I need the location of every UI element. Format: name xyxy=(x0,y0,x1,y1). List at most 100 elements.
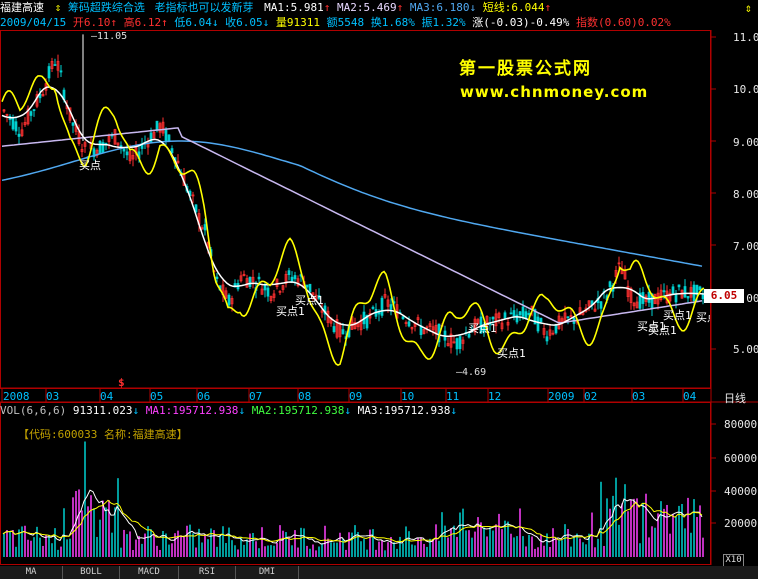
tab-macd[interactable]: MACD xyxy=(120,566,179,579)
candle-body xyxy=(98,140,102,154)
candle-body xyxy=(11,118,15,130)
time-label: 04 xyxy=(683,390,697,403)
candle-body xyxy=(203,224,207,231)
candle-body xyxy=(503,312,507,319)
candle-body xyxy=(248,276,252,287)
candle-body xyxy=(263,284,267,291)
candle-body xyxy=(293,275,297,280)
period-label[interactable]: 日线 xyxy=(724,390,746,406)
candle-body xyxy=(14,121,18,132)
stock-code-overlay: 【代码:600033 名称:福建高速】 xyxy=(18,428,188,441)
buy-point-label: 买点 xyxy=(79,159,101,172)
buy-point-label: 买点1 xyxy=(663,309,692,322)
time-label: 04 xyxy=(100,390,114,403)
candle-body xyxy=(380,297,384,316)
buy-point-label: 买点1 xyxy=(468,322,497,335)
price-label-7: 7.00 xyxy=(733,240,758,253)
candle-body xyxy=(677,284,681,288)
down-arrow-icon: ↓ xyxy=(344,404,352,417)
candle-body xyxy=(371,306,375,309)
current-price-tag: 6.05 xyxy=(704,289,744,303)
candle-body xyxy=(683,286,687,298)
price-label-11: 11.00 xyxy=(733,31,758,44)
time-label: 02 xyxy=(584,390,598,403)
buy-point-label: 买点 xyxy=(696,311,710,324)
tab-dmi[interactable]: DMI xyxy=(236,566,299,579)
buy-point-label: 买点1 xyxy=(276,305,305,318)
candle-body xyxy=(536,316,540,332)
candle-body xyxy=(170,148,174,154)
candle-body xyxy=(122,148,126,152)
time-label: 09 xyxy=(349,390,363,403)
candle-body xyxy=(53,64,57,66)
candle-body xyxy=(290,276,294,282)
candle-body xyxy=(257,276,261,280)
candle-body xyxy=(32,109,36,111)
vol-ma2: MA2:195712.938 xyxy=(251,404,345,417)
candle-body xyxy=(215,276,219,279)
time-label: 12 xyxy=(488,390,502,403)
candle-body xyxy=(455,338,459,350)
candle-body xyxy=(155,120,159,130)
time-label: 07 xyxy=(249,390,263,403)
tab-rsi[interactable]: RSI xyxy=(179,566,236,579)
candle-body xyxy=(305,284,309,288)
candle-body xyxy=(407,321,411,327)
price-label-5: 5.00 xyxy=(733,343,758,356)
volume-label: 60000 xyxy=(724,452,758,465)
watermark-title: 第一股票公式网 xyxy=(459,59,592,79)
candle-body xyxy=(647,291,651,303)
down-arrow-icon: ↓ xyxy=(132,404,140,417)
candle-body xyxy=(512,310,516,318)
indicator-tab-bar: MA BOLL MACD RSI DMI xyxy=(0,566,758,579)
candle-body xyxy=(308,283,312,292)
candle-body xyxy=(698,286,702,291)
vol-value: 91311.023 xyxy=(72,404,133,417)
candle-body xyxy=(539,317,543,323)
candle-body xyxy=(164,129,168,143)
candle-body xyxy=(59,70,63,73)
time-label: 2008 xyxy=(3,390,30,403)
volume-header: VOL(6,6,6) 91311.023↓ MA1:195712.938↓ MA… xyxy=(0,404,457,417)
candle-body xyxy=(167,134,171,142)
candle-body xyxy=(599,301,603,309)
tab-boll[interactable]: BOLL xyxy=(63,566,120,579)
candle-body xyxy=(71,122,75,126)
candle-body xyxy=(518,311,522,316)
volume-label: 40000 xyxy=(724,485,758,498)
time-label: 06 xyxy=(197,390,211,403)
low-annotation-value: 4.69 xyxy=(462,367,487,378)
candle-body xyxy=(686,296,690,299)
candle-body xyxy=(227,294,231,306)
time-label: 10 xyxy=(401,390,415,403)
vol-title[interactable]: VOL(6,6,6) xyxy=(0,404,66,417)
candle-body xyxy=(608,281,612,288)
candle-body xyxy=(29,111,33,116)
candle-body xyxy=(17,133,21,137)
volume-label: 80000 xyxy=(724,418,758,431)
volume-label: 20000 xyxy=(724,517,758,530)
buy-point-label: 买点1 xyxy=(648,324,677,337)
candle-body xyxy=(545,336,549,342)
candle-body xyxy=(341,329,345,335)
low-annotation: —4.69 xyxy=(456,367,487,378)
down-arrow-icon: ↓ xyxy=(450,404,457,417)
buy-point-label: 买点1 xyxy=(497,347,526,360)
s-marker: $ xyxy=(118,376,125,389)
time-label: 08 xyxy=(298,390,312,403)
ma1-line xyxy=(1,86,705,337)
tab-ma[interactable]: MA xyxy=(0,566,63,579)
candle-body xyxy=(515,314,519,323)
price-label-8: 8.00 xyxy=(733,188,758,201)
candle-body xyxy=(458,336,462,350)
price-label-10: 10.00 xyxy=(733,83,758,96)
candle-body xyxy=(125,151,129,156)
candle-body xyxy=(401,316,405,320)
time-label: 03 xyxy=(46,390,60,403)
down-arrow-icon: ↓ xyxy=(238,404,246,417)
candle-body xyxy=(566,316,570,319)
candle-body xyxy=(671,286,675,295)
candle-body xyxy=(287,270,291,275)
candle-body xyxy=(119,145,123,148)
candle-body xyxy=(509,312,513,315)
